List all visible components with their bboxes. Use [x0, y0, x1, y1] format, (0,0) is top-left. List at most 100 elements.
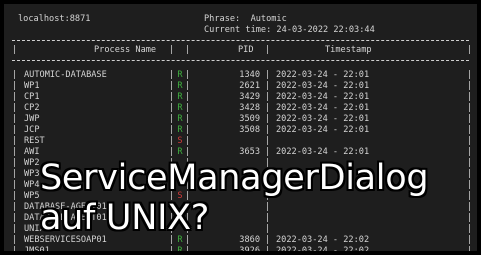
column-separator: |	[467, 114, 473, 124]
status-cell: R	[177, 103, 183, 113]
column-separator: |	[185, 147, 191, 157]
column-separator: |	[265, 70, 271, 80]
column-separator: |	[12, 202, 18, 212]
timestamp-cell: 2022-03-24 - 22:01	[276, 92, 370, 102]
pid-cell: 3653	[239, 147, 260, 157]
pid-cell: 3509	[239, 114, 260, 124]
column-separator: |	[467, 81, 473, 91]
table-row: | JCP | R | 3508 | 2022-03-24 - 22:01 |	[12, 125, 472, 136]
process-name-cell: WP5	[24, 191, 40, 201]
column-separator: |	[265, 136, 271, 146]
column-separator: |	[12, 92, 18, 102]
column-separator: |	[12, 235, 18, 245]
process-name-cell: JWP	[24, 114, 40, 124]
table-row: | CP2 | R | 3428 | 2022-03-24 - 22:01 |	[12, 103, 472, 114]
status-cell: S	[177, 136, 183, 146]
status-cell: R	[177, 147, 183, 157]
table-row: | AWI | R | 3653 | 2022-03-24 - 22:01 |	[12, 147, 472, 158]
terminal-window: localhost:8871 Phrase: Automic Current t…	[4, 4, 477, 251]
column-separator: |	[169, 103, 175, 113]
column-separator: |	[169, 246, 175, 251]
status-cell: R	[177, 81, 183, 91]
column-separator: |	[12, 125, 18, 135]
column-separator: |	[12, 70, 18, 80]
column-separator: |	[185, 45, 191, 55]
current-time-label: Current time: 24-03-2022 22:03:44	[204, 25, 375, 35]
overlay-line-1: ServiceManagerDialog	[40, 158, 429, 198]
process-name-cell: JMS01	[24, 246, 50, 251]
column-separator: |	[467, 70, 473, 80]
process-name-cell: WP4	[24, 180, 40, 190]
column-separator: |	[467, 103, 473, 113]
column-separator: |	[265, 114, 271, 124]
timestamp-cell: 2022-03-24 - 22:01	[276, 70, 370, 80]
column-separator: |	[467, 92, 473, 102]
overlay-line-2: auf UNIX?	[40, 198, 210, 238]
pid-cell: 1340	[239, 70, 260, 80]
process-name-cell: WP2	[24, 158, 40, 168]
title-overlay: ServiceManagerDialog auf UNIX?	[40, 158, 429, 238]
column-separator: |	[12, 147, 18, 157]
pid-cell: 3428	[239, 103, 260, 113]
column-separator: |	[467, 45, 473, 55]
table-row: | WP1 | R | 2621 | 2022-03-24 - 22:01 |	[12, 81, 472, 92]
column-separator: |	[467, 125, 473, 135]
status-cell: R	[177, 125, 183, 135]
column-separator: |	[169, 70, 175, 80]
timestamp-cell: 2022-03-24 - 22:01	[276, 81, 370, 91]
column-separator: |	[185, 70, 191, 80]
table-row: | CP1 | R | 3429 | 2022-03-24 - 22:01 |	[12, 92, 472, 103]
terminal-header: localhost:8871 Phrase: Automic Current t…	[18, 14, 469, 38]
pid-cell: 3926	[239, 246, 260, 251]
column-separator: |	[467, 191, 473, 201]
column-separator: |	[169, 45, 175, 55]
column-separator: |	[169, 81, 175, 91]
column-separator: |	[169, 147, 175, 157]
process-name-cell: AUTOMIC-DATABASE	[24, 70, 107, 80]
column-separator: |	[467, 136, 473, 146]
column-separator: |	[467, 158, 473, 168]
column-separator: |	[467, 224, 473, 234]
timestamp-cell: 2022-03-24 - 22:01	[276, 147, 370, 157]
column-separator: |	[185, 125, 191, 135]
table-row: | JWP | R | 3509 | 2022-03-24 - 22:01 |	[12, 114, 472, 125]
table-row: | REST | S | | |	[12, 136, 472, 147]
column-separator: |	[12, 103, 18, 113]
pid-cell: 2621	[239, 81, 260, 91]
process-name-cell: CP2	[24, 103, 40, 113]
column-separator: |	[169, 92, 175, 102]
column-separator: |	[467, 180, 473, 190]
table-row: | AUTOMIC-DATABASE | R | 1340 | 2022-03-24 - 22…	[12, 70, 472, 81]
column-separator: |	[12, 191, 18, 201]
column-separator: |	[12, 246, 18, 251]
column-separator: |	[12, 81, 18, 91]
column-separator: |	[12, 114, 18, 124]
column-separator: |	[185, 103, 191, 113]
column-separator: |	[12, 45, 18, 55]
status-cell: R	[177, 92, 183, 102]
column-separator: |	[12, 224, 18, 234]
timestamp-cell: 2022-03-24 - 22:01	[276, 125, 370, 135]
column-separator: |	[467, 147, 473, 157]
header-timestamp: Timestamp	[325, 45, 372, 55]
divider-top	[12, 40, 469, 41]
column-separator: |	[169, 114, 175, 124]
process-name-cell: REST	[24, 136, 45, 146]
column-separator: |	[169, 125, 175, 135]
table-header: | Process Name | | PID | Timestamp |	[12, 45, 472, 56]
status-cell: R	[177, 114, 183, 124]
timestamp-cell: 2022-03-24 - 22:01	[276, 114, 370, 124]
column-separator: |	[467, 202, 473, 212]
column-separator: |	[185, 136, 191, 146]
column-separator: |	[185, 81, 191, 91]
column-separator: |	[467, 235, 473, 245]
status-cell: R	[177, 70, 183, 80]
column-separator: |	[169, 136, 175, 146]
header-process-name: Process Name	[94, 45, 157, 55]
process-name-cell: CP1	[24, 92, 40, 102]
column-separator: |	[265, 125, 271, 135]
column-separator: |	[265, 45, 271, 55]
column-separator: |	[467, 213, 473, 223]
host-label: localhost:8871	[18, 14, 91, 24]
process-name-cell: WP3	[24, 169, 40, 179]
